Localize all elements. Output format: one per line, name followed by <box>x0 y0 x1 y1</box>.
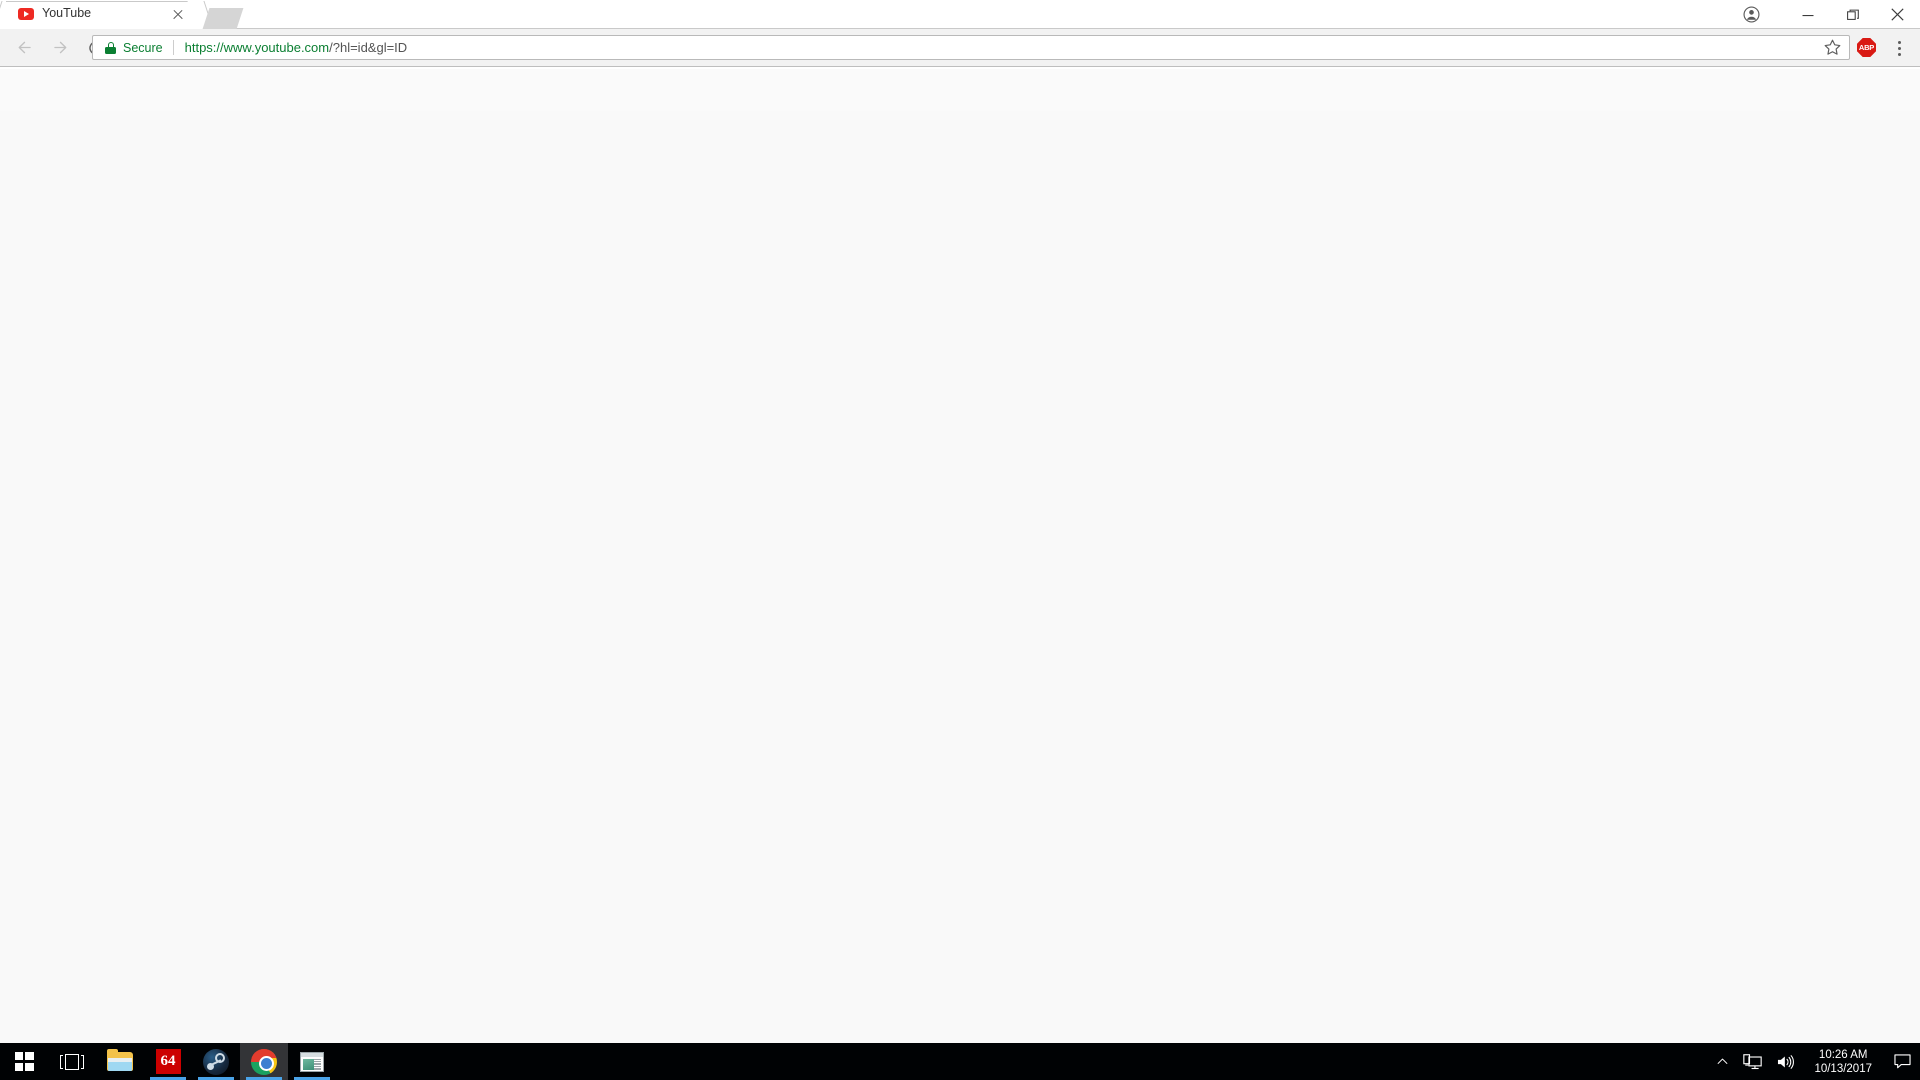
speech-bubble-icon[interactable] <box>1884 1043 1920 1080</box>
taskbar-item-steam[interactable] <box>192 1043 240 1080</box>
youtube-page-body <box>0 111 1920 1043</box>
account-circle-icon[interactable] <box>1729 0 1773 29</box>
omnibox-divider <box>172 40 174 55</box>
forward-button[interactable] <box>42 29 78 67</box>
taskbar-item-sixtyfour[interactable]: 64 <box>144 1043 192 1080</box>
clock-date: 10/13/2017 <box>1814 1062 1872 1075</box>
sixtyfour-icon: 64 <box>155 1049 181 1074</box>
clock-time: 10:26 AM <box>1818 1048 1868 1061</box>
taskbar-item-chrome[interactable] <box>240 1043 288 1080</box>
url-text: https://www.youtube.com/?hl=id&gl=ID <box>185 40 408 55</box>
url-host: https://www.youtube.com <box>184 40 330 55</box>
browser-toolbar: Secure https://www.youtube.com/?hl=id&gl… <box>0 29 1920 67</box>
task-view-icon <box>60 1053 84 1070</box>
youtube-masthead <box>0 69 1920 111</box>
tab-close-icon[interactable] <box>170 7 186 23</box>
speaker-icon[interactable] <box>1769 1043 1802 1080</box>
youtube-favicon-icon <box>18 8 34 20</box>
system-tray: 10:26 AM 10/13/2017 <box>1709 1043 1920 1080</box>
folder-icon <box>107 1049 133 1072</box>
maximize-restore-button[interactable] <box>1830 0 1875 29</box>
task-view-button[interactable] <box>48 1043 96 1080</box>
windows-taskbar: 64 10:26 AM 10/13/2017 <box>0 1043 1920 1080</box>
star-icon[interactable] <box>1823 38 1842 57</box>
page-viewport <box>0 69 1920 1043</box>
steam-icon <box>203 1048 229 1075</box>
tab-youtube[interactable]: YouTube <box>6 1 200 29</box>
show-hidden-icons-button[interactable] <box>1709 1043 1736 1080</box>
security-label: Secure <box>123 40 163 55</box>
browser-window: YouTube Secure https://www.youtube.com/?… <box>0 0 1920 1043</box>
windows-logo-icon <box>14 1052 34 1071</box>
tab-strip: YouTube <box>0 0 1920 29</box>
back-button[interactable] <box>6 29 42 67</box>
tab-title: YouTube <box>42 6 92 20</box>
taskbar-item-file-explorer[interactable] <box>96 1043 144 1080</box>
taskbar-item-media-app[interactable] <box>288 1043 336 1080</box>
chrome-icon <box>251 1048 277 1075</box>
tab-top-edge <box>6 1 200 2</box>
start-button[interactable] <box>0 1043 48 1080</box>
app-window-icon <box>300 1051 324 1072</box>
lock-icon <box>105 41 116 54</box>
window-controls <box>1729 0 1920 29</box>
new-tab-button[interactable] <box>202 8 244 29</box>
url-path: /?hl=id&gl=ID <box>329 40 408 55</box>
address-bar[interactable]: Secure https://www.youtube.com/?hl=id&gl… <box>92 35 1850 60</box>
close-button[interactable] <box>1875 0 1920 29</box>
abp-extension-button[interactable]: ABP <box>1857 38 1876 57</box>
minimize-button[interactable] <box>1785 0 1830 29</box>
three-dot-menu-icon[interactable] <box>1888 37 1910 59</box>
abp-octagon-icon: ABP <box>1857 38 1876 57</box>
clock[interactable]: 10:26 AM 10/13/2017 <box>1802 1043 1884 1080</box>
network-monitor-icon[interactable] <box>1736 1043 1769 1080</box>
